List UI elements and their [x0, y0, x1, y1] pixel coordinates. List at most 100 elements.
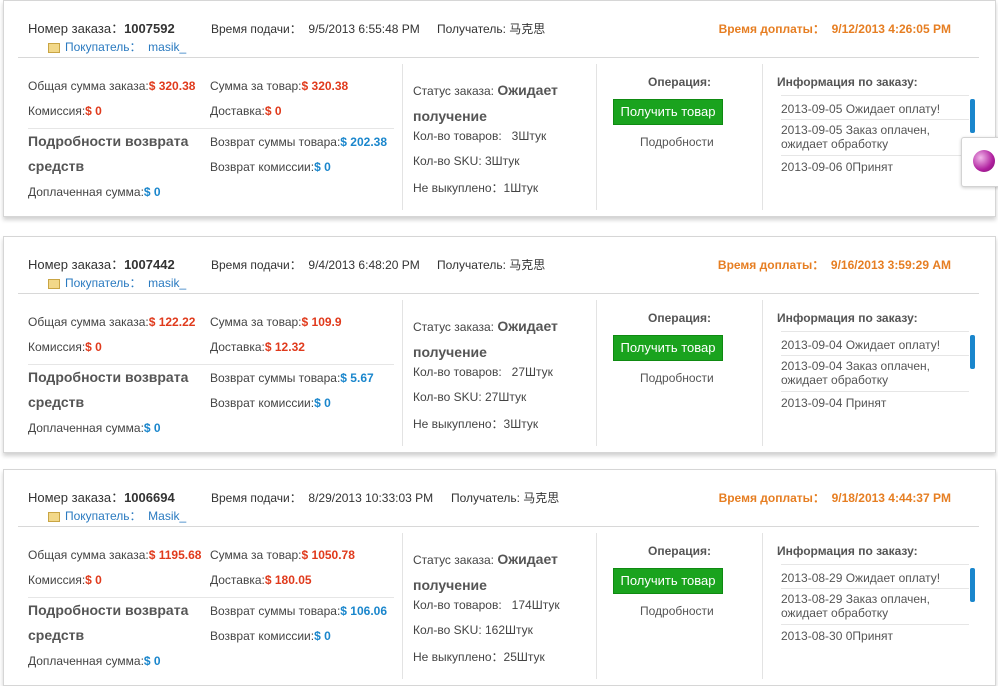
refund-commission: Возврат комиссии:$ 0	[210, 396, 331, 410]
info-scrollbar[interactable]	[970, 568, 975, 602]
order-info-list[interactable]: 2013-09-04 Ожидает оплату! 2013-09-04 За…	[781, 329, 971, 410]
order-status: Статус заказа: Ожидает получение	[413, 82, 558, 124]
mail-icon	[48, 42, 60, 53]
goods-count: Кол-во товаров: 27Штук	[413, 365, 553, 379]
info-entry: 2013-08-29 Ожидает оплату!	[781, 571, 941, 585]
total-order-sum: Общая сумма заказа:$ 320.38	[28, 79, 196, 93]
commission: Комиссия:$ 0	[28, 340, 102, 354]
refund-details-title: Подробности возврата средств	[28, 602, 189, 643]
buyer-link[interactable]: Покупатель： masik_	[48, 274, 186, 291]
info-divider	[781, 355, 969, 356]
order-card: Номер заказа：1007442 Время подачи： 9/4/2…	[3, 236, 996, 453]
column-separator	[762, 300, 763, 446]
refund-goods: Возврат суммы товара:$ 202.38	[210, 135, 388, 149]
info-divider	[781, 564, 969, 565]
order-info-list[interactable]: 2013-09-05 Ожидает оплату! 2013-09-05 За…	[781, 93, 971, 174]
floating-widget[interactable]	[961, 137, 998, 187]
goods-sum: Сумма за товар:$ 1050.78	[210, 548, 355, 562]
goods-sum: Сумма за товар:$ 320.38	[210, 79, 349, 93]
refund-details-title: Подробности возврата средств	[28, 133, 189, 174]
buyer-link[interactable]: Покупатель： Masik_	[48, 507, 186, 524]
pay-deadline: Время доплаты： 9/16/2013 3:59:29 AM	[717, 258, 951, 272]
info-entry: 2013-09-04 Заказ оплачен, ожидает обрабо…	[781, 359, 930, 387]
order-header: Номер заказа：1007592 Время подачи： 9/5/2…	[28, 1, 995, 57]
sku-count: Кол-во SKU: 162Штук	[413, 623, 533, 637]
total-order-sum: Общая сумма заказа:$ 1195.68	[28, 548, 202, 562]
paid-extra: Доплаченная сумма:$ 0	[28, 185, 161, 199]
order-card: Номер заказа：1006694 Время подачи： 8/29/…	[3, 469, 996, 686]
order-body: Общая сумма заказа:$ 122.22 Сумма за тов…	[4, 294, 995, 452]
operation-title: Операция:	[648, 311, 712, 325]
column-separator	[402, 64, 403, 210]
details-link[interactable]: Подробности	[640, 604, 714, 618]
order-info-title: Информация по заказу:	[777, 75, 918, 89]
delivery: Доставка:$ 12.32	[210, 340, 305, 354]
mail-icon	[48, 511, 60, 522]
order-info-title: Информация по заказу:	[777, 311, 918, 325]
sku-count: Кол-во SKU: 27Штук	[413, 390, 527, 404]
info-divider	[781, 391, 969, 392]
info-entry: 2013-09-05 Заказ оплачен, ожидает обрабо…	[781, 123, 930, 151]
info-entry: 2013-09-04 Принят	[781, 396, 887, 410]
delivery: Доставка:$ 180.05	[210, 573, 312, 587]
submit-time: Время подачи： 9/4/2013 6:48:20 PM	[211, 258, 420, 272]
recipient: Получатель: 马克思	[437, 22, 546, 36]
info-divider	[781, 119, 969, 120]
order-card: Номер заказа：1007592 Время подачи： 9/5/2…	[3, 0, 996, 217]
mail-icon	[48, 278, 60, 289]
receive-goods-button[interactable]: Получить товар	[613, 335, 723, 361]
column-separator	[762, 64, 763, 210]
pay-deadline: Время доплаты： 9/12/2013 4:26:05 PM	[718, 22, 951, 36]
globe-icon	[973, 150, 995, 172]
sku-count: Кол-во SKU: 3Штук	[413, 154, 520, 168]
receive-goods-button[interactable]: Получить товар	[613, 568, 723, 594]
column-separator	[596, 533, 597, 679]
delivery: Доставка:$ 0	[210, 104, 282, 118]
refund-goods: Возврат суммы товара:$ 5.67	[210, 371, 374, 385]
info-scrollbar[interactable]	[970, 99, 975, 133]
goods-sum: Сумма за товар:$ 109.9	[210, 315, 342, 329]
column-separator	[402, 300, 403, 446]
not-bought-count: Не выкуплено：25Штук	[413, 650, 545, 664]
order-header: Номер заказа：1006694 Время подачи： 8/29/…	[28, 470, 995, 526]
info-entry: 2013-09-04 Ожидает оплату!	[781, 338, 941, 352]
info-entry: 2013-09-06 0Принят	[781, 160, 894, 174]
refund-commission: Возврат комиссии:$ 0	[210, 629, 331, 643]
column-separator	[402, 533, 403, 679]
refund-goods: Возврат суммы товара:$ 106.06	[210, 604, 388, 618]
order-header: Номер заказа：1007442 Время подачи： 9/4/2…	[28, 237, 995, 293]
paid-extra: Доплаченная сумма:$ 0	[28, 421, 161, 435]
info-divider	[781, 624, 969, 625]
info-entry: 2013-08-29 Заказ оплачен, ожидает обрабо…	[781, 592, 930, 620]
commission: Комиссия:$ 0	[28, 573, 102, 587]
total-order-sum: Общая сумма заказа:$ 122.22	[28, 315, 196, 329]
refund-commission: Возврат комиссии:$ 0	[210, 160, 331, 174]
order-body: Общая сумма заказа:$ 320.38 Сумма за тов…	[4, 58, 995, 216]
info-divider	[781, 331, 969, 332]
not-bought-count: Не выкуплено：1Штук	[413, 181, 539, 195]
info-divider	[781, 95, 969, 96]
pay-deadline: Время доплаты： 9/18/2013 4:44:37 PM	[718, 491, 951, 505]
info-scrollbar[interactable]	[970, 335, 975, 369]
info-entry: 2013-08-30 0Принят	[781, 629, 894, 643]
column-separator	[762, 533, 763, 679]
paid-extra: Доплаченная сумма:$ 0	[28, 654, 161, 668]
goods-count: Кол-во товаров: 174Штук	[413, 598, 560, 612]
info-divider	[781, 155, 969, 156]
buyer-link[interactable]: Покупатель： masik_	[48, 38, 186, 55]
operation-title: Операция:	[648, 544, 712, 558]
order-status: Статус заказа: Ожидает получение	[413, 318, 558, 360]
column-separator	[596, 300, 597, 446]
order-number: Номер заказа：1007442	[28, 257, 175, 272]
details-link[interactable]: Подробности	[640, 371, 714, 385]
receive-goods-button[interactable]: Получить товар	[613, 99, 723, 125]
order-number: Номер заказа：1006694	[28, 490, 175, 505]
not-bought-count: Не выкуплено：3Штук	[413, 417, 539, 431]
recipient: Получатель: 马克思	[437, 258, 546, 272]
commission: Комиссия:$ 0	[28, 104, 102, 118]
details-link[interactable]: Подробности	[640, 135, 714, 149]
column-separator	[596, 64, 597, 210]
order-info-list[interactable]: 2013-08-29 Ожидает оплату! 2013-08-29 За…	[781, 562, 971, 643]
order-info-title: Информация по заказу:	[777, 544, 918, 558]
submit-time: Время подачи： 9/5/2013 6:55:48 PM	[211, 22, 420, 36]
